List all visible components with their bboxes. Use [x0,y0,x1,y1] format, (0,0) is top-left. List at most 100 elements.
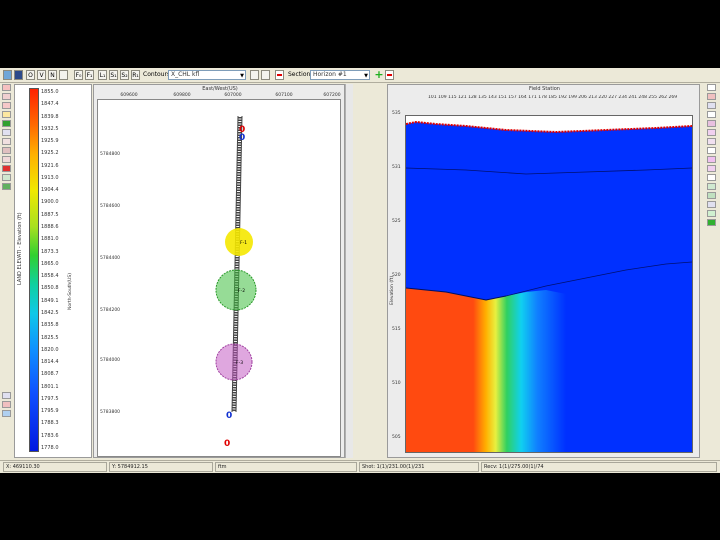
section-plot-area[interactable] [405,115,693,453]
tool-l1-button[interactable]: L₁ [98,70,107,80]
grid-icon[interactable] [707,183,716,190]
palette-icon[interactable] [2,120,11,127]
open-icon[interactable] [3,70,12,80]
delete-icon[interactable] [2,165,11,172]
colorbar-tick: 1932.5 [41,125,59,132]
zoom-icon[interactable] [2,129,11,136]
colorbar-tick: 1783.6 [41,432,59,439]
draw-icon[interactable] [2,84,11,91]
colorbar-tick: 1801.1 [41,383,59,390]
contours-select[interactable]: X_CHL kfl ▼ [168,70,246,80]
tool-r1-button[interactable]: R₁ [131,70,140,80]
save-icon[interactable] [14,70,23,80]
print-icon[interactable] [2,401,11,408]
pan-icon[interactable] [707,111,716,118]
funnel-icon[interactable] [707,129,716,136]
measure-icon[interactable] [2,147,11,154]
colorbar-tick: 1847.4 [41,101,59,108]
map-vertical-scrollbar[interactable] [345,84,353,458]
map-x-axis-title: East/West(US) [202,86,238,92]
palette-icon[interactable] [707,219,716,226]
marker-label: F-2 [238,288,245,294]
section-y-tick: 520 [392,273,401,278]
map-canvas: F-1 F-2 F-3 0 0 0 0 [215,115,257,449]
splitter[interactable] [354,84,357,458]
color-scale [29,88,39,452]
filter-icon[interactable] [707,120,716,127]
status-shot: Shot: 1(1)/231.00(1)/231 [359,462,479,472]
merge-icon[interactable] [707,165,716,172]
draw-icon[interactable] [707,93,716,100]
layers-icon[interactable] [59,70,68,80]
tool-f1-button[interactable]: F₁ [85,70,94,80]
map-view[interactable]: East/West(US) 609600 609800 607000 607100 60… [68,84,345,458]
layer-icon[interactable] [707,192,716,199]
section-y-tick: 531 [392,165,401,170]
section-view[interactable]: Field Station 101 109 115 121 128 135 14… [387,84,700,458]
plus-icon[interactable]: + [374,69,384,80]
filter-icon[interactable] [2,156,11,163]
shot-marker[interactable]: 0 [239,133,245,143]
receiver-marker[interactable]: 0 [224,439,230,449]
colorbar-tick: 1778.0 [41,445,59,451]
zoom-icon[interactable] [707,102,716,109]
pan-icon[interactable] [2,138,11,145]
section-canvas [406,116,692,452]
status-receiver: Recv: 1(1)/275.00(1)/74 [481,462,717,472]
colorbar-tick: 1850.8 [41,285,59,292]
left-tool-column [1,84,13,419]
ruler-icon[interactable] [707,147,716,154]
export-icon[interactable] [2,410,11,417]
colorbar-tick: 1873.3 [41,248,59,255]
select-icon[interactable] [2,102,11,109]
colorbar-tick: 1814.4 [41,359,59,366]
tool-s2-button[interactable]: S₂ [120,70,129,80]
application-window: O V N F₀ F₁ L₁ S₁ S₂ R₁ Contours X_CHL k… [0,68,720,473]
minus-icon[interactable] [385,70,394,80]
text-icon[interactable] [707,174,716,181]
tool-v-button[interactable]: V [37,70,46,80]
edit-icon[interactable] [707,138,716,145]
velocity-anomaly [406,288,566,452]
colorbar-tick: 1842.5 [41,309,59,316]
shot-marker[interactable]: 0 [226,411,232,421]
marker-circle-yellow[interactable] [225,228,253,256]
map-y-axis-title: North-South(US) [68,273,73,310]
status-x: X: 469110.30 [3,462,107,472]
colorbar-tick: 1888.6 [41,224,59,231]
map-icon[interactable] [2,174,11,181]
colorbar-tick: 1797.5 [41,395,59,402]
section-y-axis-title: Elevation (ft) [390,275,395,305]
settings-icon[interactable] [707,201,716,208]
minus-icon[interactable] [275,70,284,80]
map-x-tick: 607200 [323,93,341,98]
colorbar-tick: 1825.5 [41,334,59,341]
pointer-icon[interactable] [707,84,716,91]
colorbar-tick: 1865.0 [41,260,59,267]
map-x-tick: 607000 [224,93,242,98]
marker-circle-green[interactable] [215,269,257,311]
info-icon[interactable] [2,392,11,399]
colorbar-tick: 1788.3 [41,420,59,427]
section-y-tick: 525 [392,219,401,224]
grid-icon[interactable] [2,111,11,118]
tool-o-button[interactable]: O [26,70,35,80]
tool-f0-button[interactable]: F₀ [74,70,83,80]
refresh-icon[interactable] [250,70,259,80]
chart-icon[interactable] [707,210,716,217]
tool-n-button[interactable]: N [48,70,57,80]
section-y-tick: 515 [392,327,401,332]
marker-circle-purple[interactable] [215,343,253,381]
colorbar-tick: 1820.0 [41,346,59,353]
layer-icon[interactable] [2,183,11,190]
section-select[interactable]: Horizon #1 ▼ [310,70,370,80]
layers-alt-icon[interactable] [261,70,270,80]
colorbar-ticks: 1855.0 1847.4 1839.8 1932.5 1925.9 1925.2 1921… [41,88,81,452]
section-y-tick: 505 [392,435,401,440]
pick-icon[interactable] [707,156,716,163]
map-plot-area[interactable]: North-South(US) 5784800 5784600 5784400 578… [68,99,341,457]
tool-s1-button[interactable]: S₁ [109,70,118,80]
edit-icon[interactable] [2,93,11,100]
colorbar-panel: LAND ELEVATI - Elevation (ft) 1855.0 1847… [14,84,92,458]
chevron-down-icon: ▼ [364,73,368,79]
